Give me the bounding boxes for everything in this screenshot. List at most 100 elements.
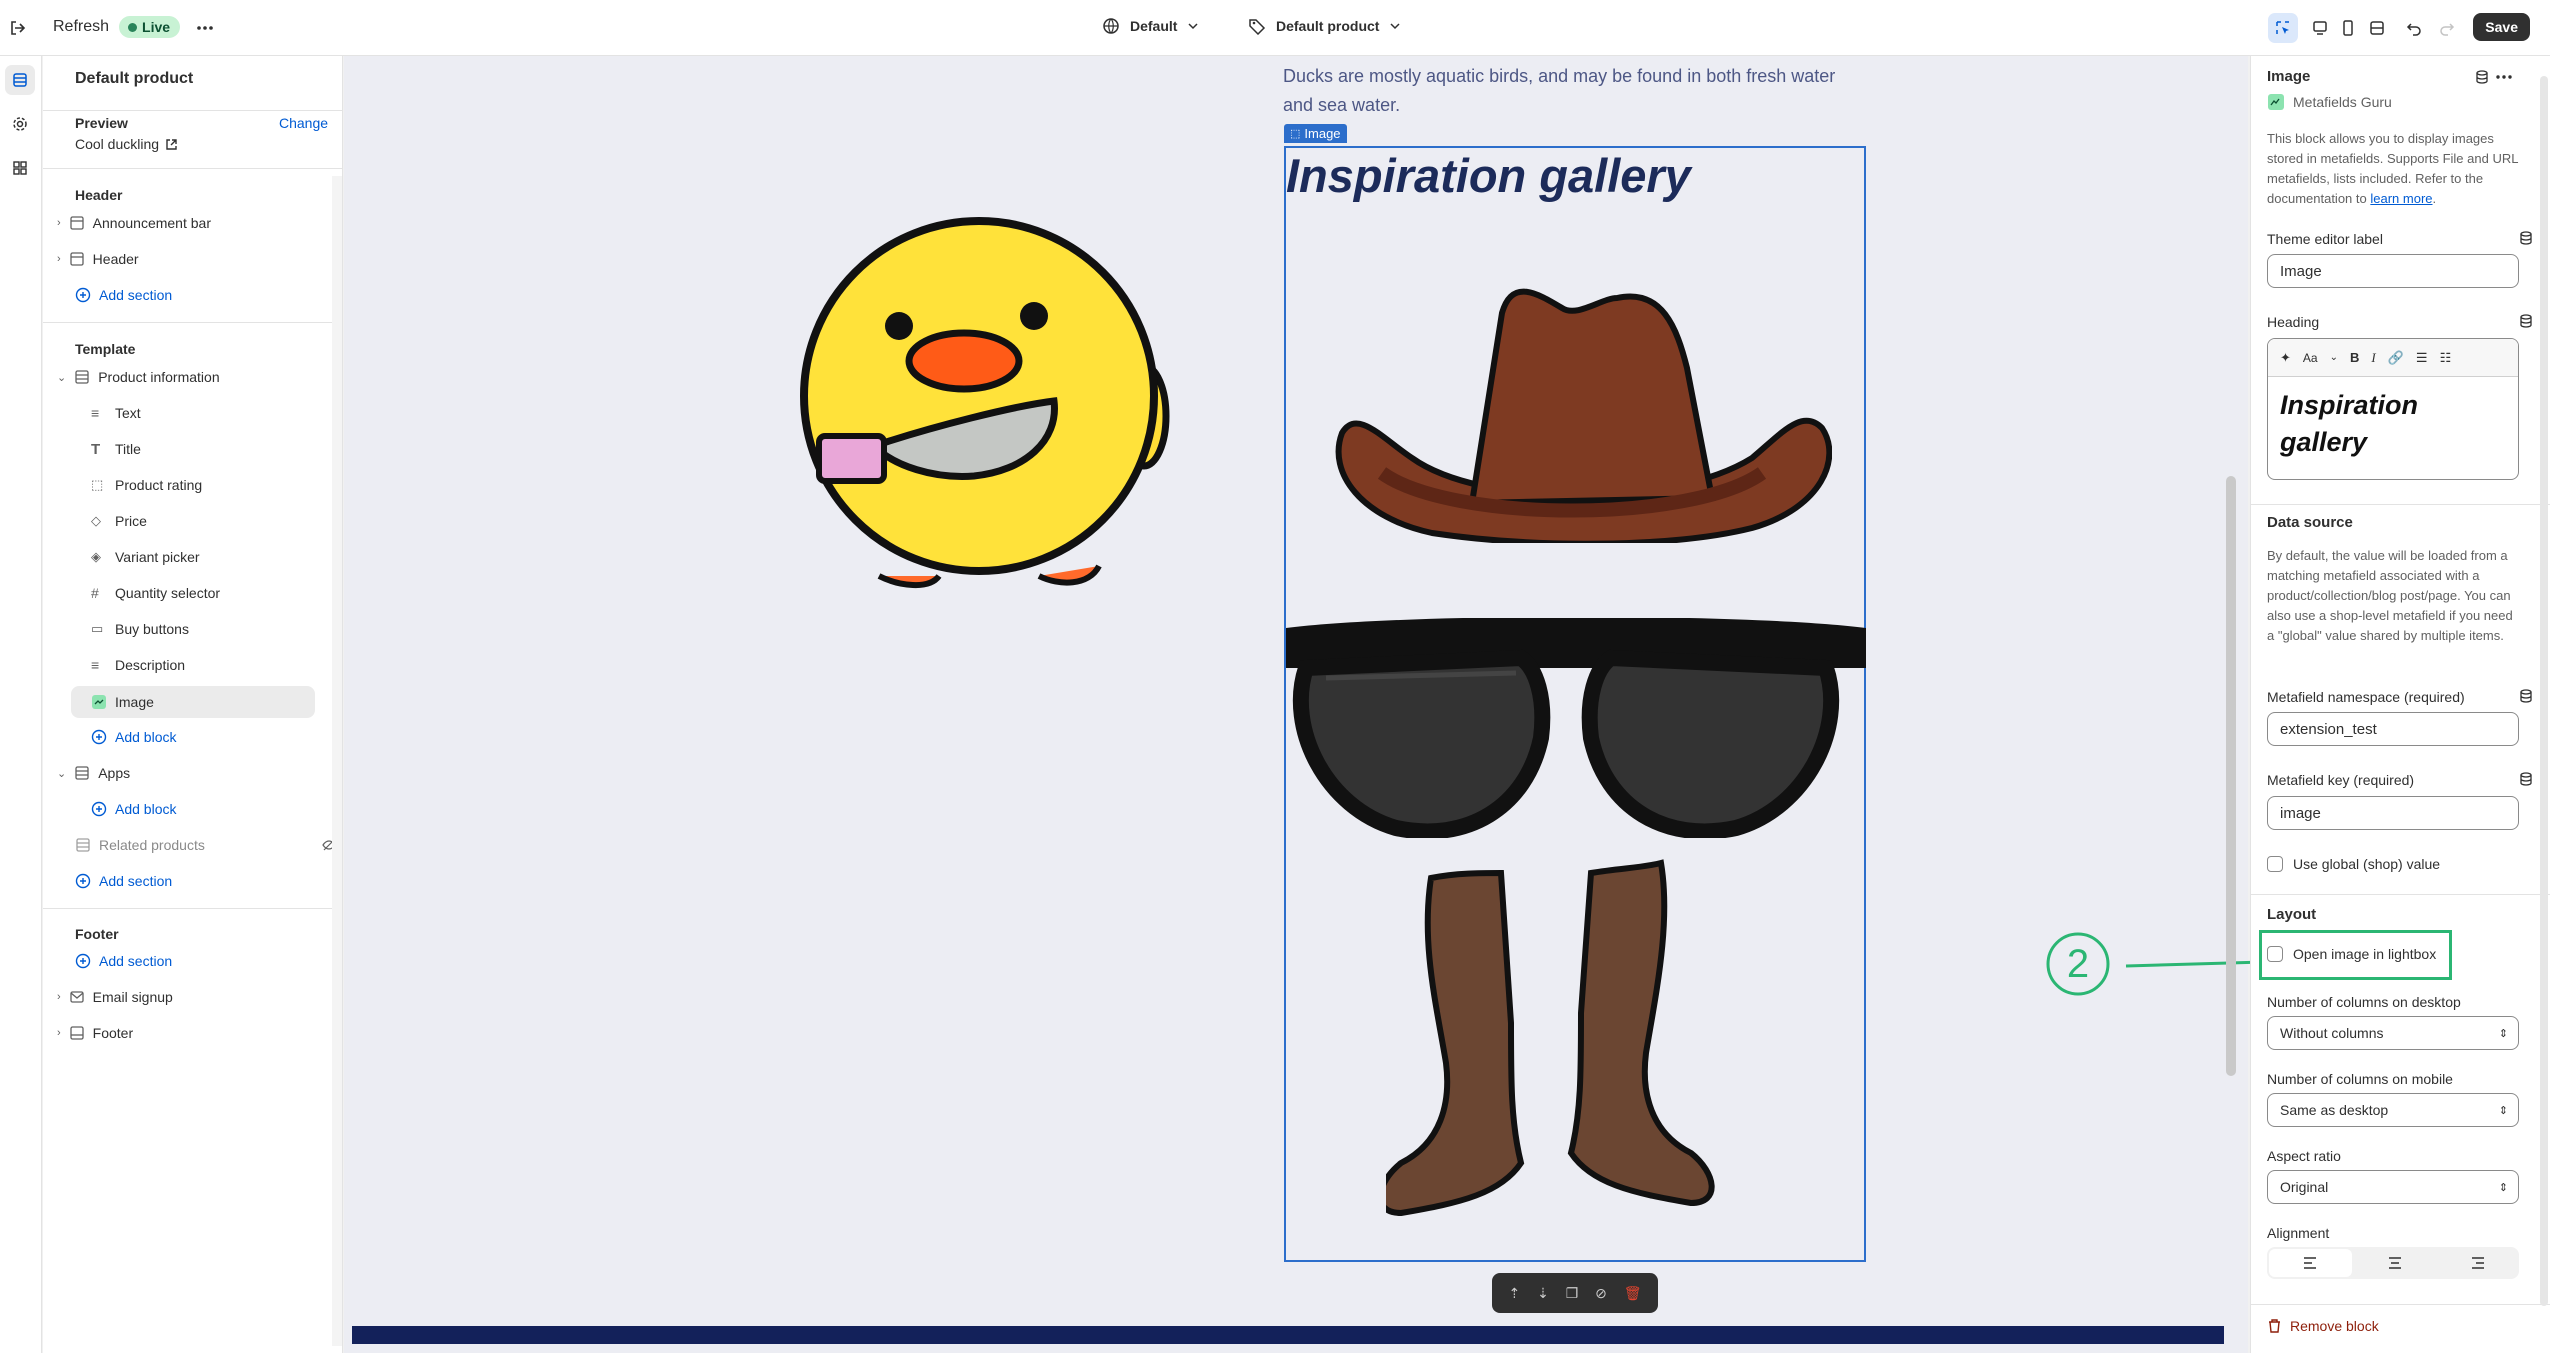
section-email-signup[interactable]: › Email signup — [57, 982, 347, 1012]
apps-icon[interactable] — [5, 153, 35, 183]
section-related-products[interactable]: Related products — [75, 830, 337, 860]
bullet-list-icon[interactable]: ☰ — [2416, 350, 2428, 366]
dynamic-source-icon[interactable] — [2518, 313, 2534, 329]
link-icon[interactable]: 🔗 — [2388, 350, 2404, 366]
align-center-button[interactable] — [2354, 1247, 2437, 1279]
right-scrollbar[interactable] — [2540, 76, 2548, 1306]
add-section-header[interactable]: Add section — [75, 280, 365, 310]
external-link-icon[interactable] — [165, 138, 178, 151]
redo-icon[interactable] — [2432, 13, 2462, 43]
align-left-button[interactable] — [2269, 1249, 2352, 1277]
fullscreen-view-icon[interactable] — [2362, 13, 2392, 43]
chevron-down-icon[interactable]: ⌄ — [2330, 352, 2338, 363]
change-preview-link[interactable]: Change — [279, 115, 328, 131]
global-value-checkbox[interactable] — [2267, 856, 2283, 872]
aspect-ratio-select[interactable]: Original ⇕ — [2267, 1170, 2519, 1204]
aspect-ratio-label: Aspect ratio — [2267, 1148, 2341, 1164]
duckling-product-image[interactable] — [784, 156, 1184, 616]
left-scrollbar[interactable] — [332, 176, 342, 1346]
annotation-number: 2 — [2066, 942, 2090, 986]
block-label: Price — [115, 513, 147, 529]
header-group-title: Header — [75, 187, 123, 203]
theme-editor-label-input[interactable]: Image — [2267, 254, 2519, 288]
font-style-dropdown[interactable]: Aa — [2303, 351, 2318, 365]
preview-label: Preview — [75, 115, 128, 131]
dynamic-source-icon[interactable] — [2518, 688, 2534, 704]
block-image-selected[interactable]: Image — [71, 686, 315, 718]
chevron-right-icon[interactable]: › — [57, 253, 61, 265]
hide-icon[interactable]: ⊘ — [1595, 1285, 1607, 1302]
key-input[interactable]: image — [2267, 796, 2519, 830]
cols-mobile-select[interactable]: Same as desktop ⇕ — [2267, 1093, 2519, 1127]
plus-circle-icon — [75, 873, 91, 889]
chevron-down-icon[interactable]: ⌄ — [57, 767, 66, 780]
move-down-icon[interactable]: ⇣ — [1537, 1285, 1549, 1302]
block-label: Quantity selector — [115, 585, 221, 601]
more-options-icon[interactable] — [2495, 69, 2513, 85]
learn-more-link[interactable]: learn more — [2370, 191, 2432, 206]
data-source-text: By default, the value will be loaded fro… — [2267, 548, 2513, 643]
duplicate-icon[interactable]: ❐ — [1566, 1285, 1579, 1302]
product-description[interactable]: Ducks are mostly aquatic birds, and may … — [1283, 62, 1863, 120]
block-settings-panel: Image Metafields Guru This block allows … — [2250, 56, 2550, 1353]
section-label: Announcement bar — [92, 215, 211, 231]
bold-icon[interactable]: B — [2350, 350, 2359, 365]
numbered-list-icon[interactable]: ☷ — [2440, 350, 2452, 366]
save-button[interactable]: Save — [2473, 13, 2530, 41]
theme-selector[interactable]: Default — [1102, 17, 1199, 35]
chevron-down-icon — [1188, 23, 1198, 30]
section-announcement-bar[interactable]: › Announcement bar — [57, 208, 347, 238]
mobile-view-icon[interactable] — [2333, 13, 2363, 43]
chevron-right-icon[interactable]: › — [57, 1027, 61, 1039]
remove-block-button[interactable]: Remove block — [2267, 1318, 2379, 1334]
image-block-tag[interactable]: ⬚ Image — [1284, 124, 1347, 143]
lightbox-checkbox[interactable] — [2267, 946, 2283, 962]
global-value-option[interactable]: Use global (shop) value — [2267, 856, 2440, 872]
chevron-right-icon[interactable]: › — [57, 991, 61, 1003]
add-section-label: Add section — [99, 953, 173, 969]
image-block-selected[interactable]: Inspiration gallery — [1284, 146, 1866, 1262]
cowboy-hat-image[interactable] — [1322, 273, 1832, 543]
refresh-button[interactable]: Refresh — [53, 18, 109, 36]
align-right-button[interactable] — [2436, 1247, 2519, 1279]
more-actions-icon[interactable] — [190, 13, 220, 43]
block-label: Buy buttons — [115, 621, 189, 637]
move-up-icon[interactable]: ⇡ — [1508, 1285, 1520, 1302]
section-apps[interactable]: ⌄ Apps — [57, 758, 347, 788]
boots-image[interactable] — [1386, 858, 1766, 1238]
dynamic-source-icon[interactable] — [2474, 69, 2490, 85]
dynamic-source-icon[interactable] — [2518, 230, 2534, 246]
settings-gear-icon[interactable] — [5, 109, 35, 139]
remove-block-label: Remove block — [2290, 1318, 2379, 1334]
undo-icon[interactable] — [2399, 13, 2429, 43]
select-tool-icon[interactable] — [2268, 13, 2298, 43]
exit-icon[interactable] — [3, 13, 33, 43]
delete-icon[interactable]: 🗑 — [1624, 1285, 1642, 1302]
namespace-input[interactable]: extension_test — [2267, 712, 2519, 746]
canvas-scrollbar[interactable] — [2226, 476, 2236, 1076]
heading-value[interactable]: Inspiration gallery — [2268, 377, 2468, 471]
sunglasses-image[interactable] — [1286, 618, 1866, 838]
lightbox-option[interactable]: Open image in lightbox — [2267, 946, 2436, 962]
cols-desktop-select[interactable]: Without columns ⇕ — [2267, 1016, 2519, 1050]
layout-title: Layout — [2267, 906, 2317, 923]
chevron-down-icon[interactable]: ⌄ — [57, 371, 66, 384]
heading-rich-text-editor[interactable]: ✦ Aa ⌄ B I 🔗 ☰ ☷ Inspiration gallery — [2267, 338, 2519, 480]
dynamic-source-icon[interactable] — [2518, 771, 2534, 787]
cols-mobile-label: Number of columns on mobile — [2267, 1071, 2453, 1087]
panel-title: Default product — [75, 70, 194, 87]
add-section-footer[interactable]: Add section — [75, 946, 365, 976]
preview-product[interactable]: Cool duckling — [75, 136, 159, 152]
section-header[interactable]: › Header — [57, 244, 347, 274]
chevron-right-icon[interactable]: › — [57, 217, 61, 229]
section-footer[interactable]: › Footer — [57, 1018, 347, 1048]
section-product-information[interactable]: ⌄ Product information — [57, 362, 347, 392]
align-right-icon — [2471, 1257, 2484, 1269]
add-section-template[interactable]: Add section — [75, 866, 365, 896]
tag-label: Image — [1304, 126, 1341, 141]
template-selector[interactable]: Default product — [1248, 17, 1401, 35]
italic-icon[interactable]: I — [2371, 350, 2375, 366]
ai-sparkle-icon[interactable]: ✦ — [2280, 350, 2291, 366]
desktop-view-icon[interactable] — [2305, 13, 2335, 43]
sections-icon[interactable] — [5, 65, 35, 95]
